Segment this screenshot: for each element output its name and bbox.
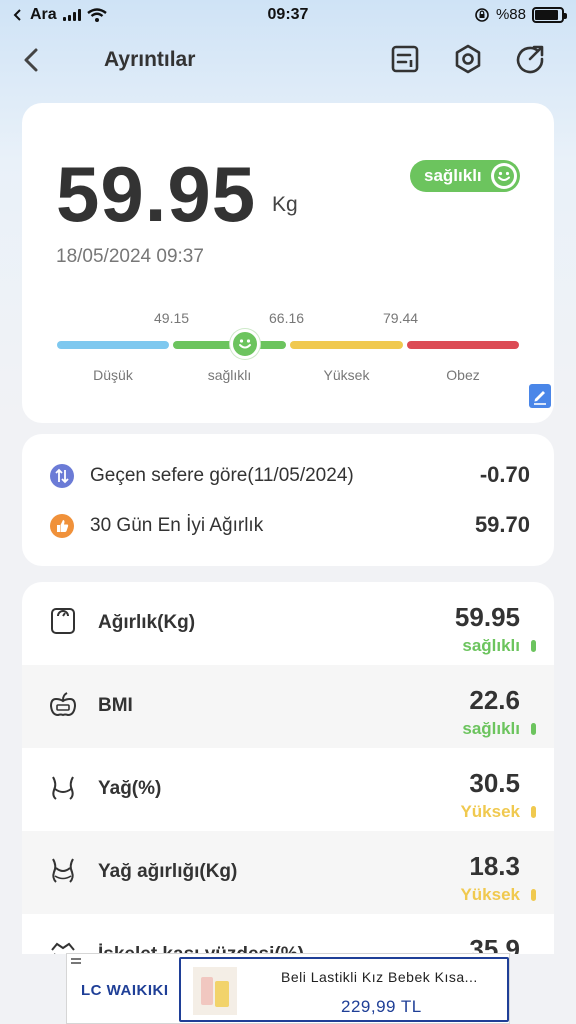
comparison-value: 59.70	[474, 512, 530, 537]
weight-unit: Kg	[272, 193, 298, 216]
metric-value: 22.6	[469, 685, 520, 715]
fat-weight-icon	[52, 858, 74, 883]
comparison-card: Geçen sefere göre(11/05/2024) -0.70 30 G…	[22, 434, 554, 566]
ad-product-price: 229,99 TL	[341, 997, 422, 1016]
weight-value: 59.95	[56, 150, 257, 238]
back-button[interactable]	[16, 44, 48, 76]
ad-brand-logo[interactable]: LC WAIKIKI	[81, 982, 169, 999]
page-title: Ayrıntılar	[104, 48, 196, 71]
metric-row-fat-weight[interactable]: Yağ ağırlığı(Kg) 18.3 Yüksek	[22, 831, 554, 914]
metric-label: Yağ ağırlığı(Kg)	[98, 861, 238, 882]
ad-product-title: Beli Lastikli Kız Bebek Kısa...	[281, 969, 478, 985]
compare-arrows-icon	[50, 464, 74, 488]
muscle-icon	[51, 942, 75, 954]
metrics-list: Ağırlık(Kg) 59.95 sağlıklı BMI 22.6 sağl…	[22, 582, 554, 954]
measurement-datetime: 18/05/2024 09:37	[56, 246, 204, 267]
nav-bar: Ayrıntılar	[0, 36, 576, 84]
status-right: %88	[474, 6, 567, 23]
settings-button[interactable]	[451, 42, 485, 76]
metric-label: Ağırlık(Kg)	[98, 612, 196, 633]
status-badge: sağlıklı	[410, 160, 520, 192]
body-fat-icon	[52, 776, 74, 800]
product-thumbnail	[193, 967, 237, 1015]
rotation-lock-icon	[475, 7, 489, 22]
metric-status-dot	[531, 889, 536, 901]
threshold-label: 66.16	[269, 310, 305, 326]
comparison-value: -0.70	[479, 462, 530, 487]
metric-status-dot	[531, 640, 536, 652]
comparison-label: 30 Gün En İyi Ağırlık	[90, 515, 264, 536]
chevron-left-icon	[24, 48, 38, 72]
range-bar-low	[57, 341, 169, 349]
apple-scale-icon	[49, 692, 77, 717]
metric-row-skeletal-muscle[interactable]: İskelet kası yüzdesi(%) 35.9	[22, 914, 554, 954]
metric-status: sağlıklı	[462, 719, 520, 738]
thumbs-up-icon	[50, 514, 74, 538]
current-weight-marker	[230, 329, 260, 359]
comparison-row[interactable]: 30 Gün En İyi Ağırlık 59.70	[22, 506, 554, 546]
ad-product-card[interactable]: Beli Lastikli Kız Bebek Kısa... 229,99 T…	[179, 957, 509, 1022]
share-button[interactable]	[513, 42, 547, 76]
edit-button[interactable]	[529, 384, 551, 408]
comparison-row[interactable]: Geçen sefere göre(11/05/2024) -0.70	[22, 456, 554, 496]
smile-icon	[239, 339, 251, 349]
range-name: Düşük	[93, 367, 133, 383]
range-name: Obez	[446, 367, 480, 383]
metric-value: 30.5	[469, 768, 520, 798]
status-bar: Ara 09:37 %88	[0, 0, 576, 30]
metric-status-dot	[531, 723, 536, 735]
metric-status: Yüksek	[460, 802, 520, 821]
threshold-label: 49.15	[154, 310, 190, 326]
metric-status-dot	[531, 806, 536, 818]
metric-row-fat-percent[interactable]: Yağ(%) 30.5 Yüksek	[22, 748, 554, 831]
comparison-label: Geçen sefere göre(11/05/2024)	[90, 465, 354, 486]
report-button[interactable]	[388, 42, 422, 76]
metric-row-weight[interactable]: Ağırlık(Kg) 59.95 sağlıklı	[22, 582, 554, 665]
ad-banner[interactable]: LC WAIKIKI Beli Lastikli Kız Bebek Kısa.…	[66, 953, 510, 1024]
status-badge-label: sağlıklı	[424, 166, 482, 185]
edit-pencil-icon	[534, 391, 546, 405]
battery-percent: %88	[495, 6, 526, 23]
threshold-label: 79.44	[383, 310, 419, 326]
range-name: sağlıklı	[207, 367, 252, 383]
ad-menu-icon[interactable]	[71, 958, 81, 966]
metric-label: BMI	[98, 695, 133, 716]
report-icon	[391, 45, 419, 73]
metric-value: 59.95	[454, 602, 520, 632]
metric-value: 18.3	[469, 851, 520, 881]
metric-status: Yüksek	[460, 885, 520, 904]
metric-label: Yağ(%)	[98, 778, 162, 799]
metric-value: 35.9	[469, 934, 520, 954]
metric-status: sağlıklı	[462, 636, 520, 655]
scale-icon	[51, 608, 75, 634]
weight-summary-card: 59.95 Kg sağlıklı 18/05/2024 09:37 49.15…	[22, 103, 554, 423]
smile-icon	[491, 163, 517, 189]
settings-hexagon-icon	[455, 44, 481, 74]
battery-icon	[532, 6, 567, 23]
range-bar-high	[290, 341, 403, 349]
share-icon	[516, 45, 544, 74]
metric-row-bmi[interactable]: BMI 22.6 sağlıklı	[22, 665, 554, 748]
range-name: Yüksek	[323, 367, 370, 383]
range-bar-obese	[407, 341, 519, 349]
